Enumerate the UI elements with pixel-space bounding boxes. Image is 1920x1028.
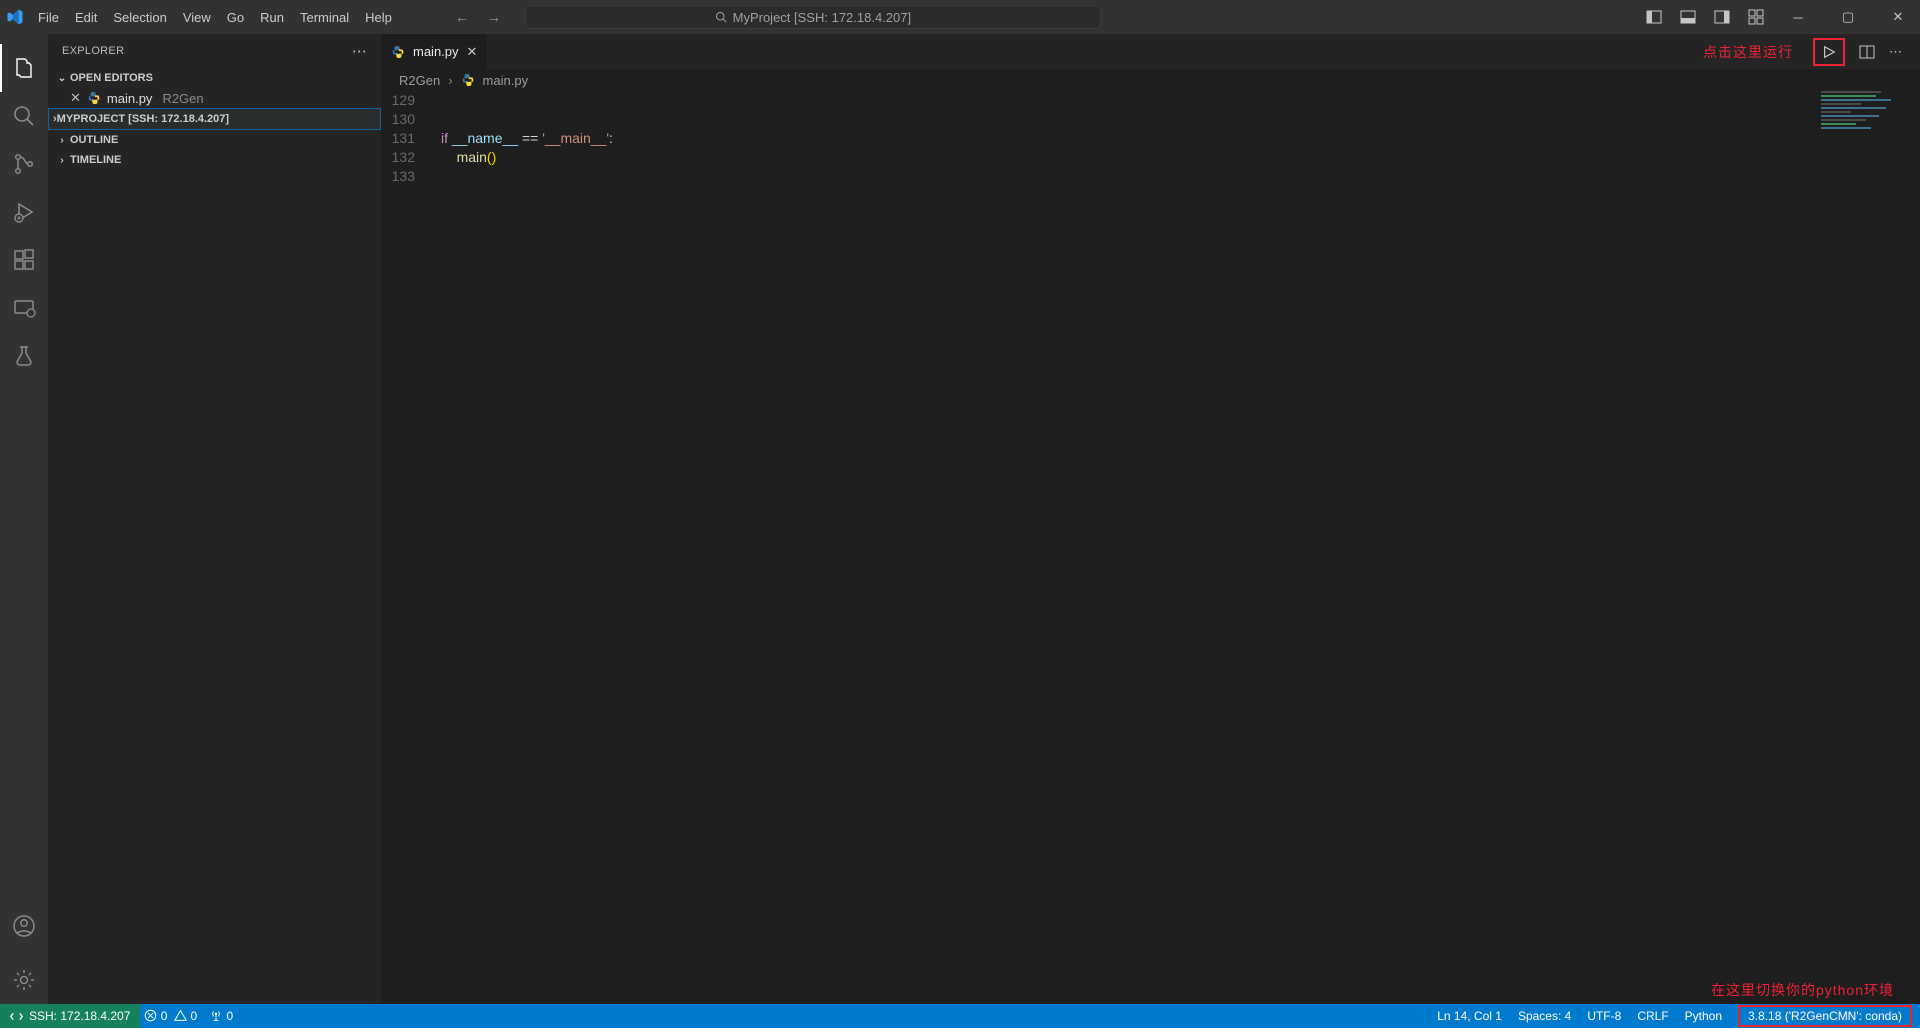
chevron-right-icon: › xyxy=(448,73,452,88)
breadcrumb[interactable]: R2Gen › main.py xyxy=(381,69,1920,91)
status-python-interpreter[interactable]: 3.8.18 ('R2GenCMN': conda) xyxy=(1738,1005,1912,1027)
tab-main-py[interactable]: main.py ✕ xyxy=(381,34,487,69)
open-editor-filename: main.py xyxy=(107,91,153,106)
breadcrumb-folder[interactable]: R2Gen xyxy=(399,73,440,88)
project-label: MYPROJECT [SSH: 172.18.4.207] xyxy=(57,113,229,125)
open-editor-item[interactable]: ✕ main.py R2Gen xyxy=(48,88,381,108)
python-file-icon xyxy=(461,73,475,87)
search-icon xyxy=(715,11,727,23)
line-number: 130 xyxy=(381,110,431,129)
layout-primary-icon[interactable] xyxy=(1646,9,1662,25)
explorer-more-icon[interactable]: ⋯ xyxy=(352,42,367,60)
open-editors-label: OPEN EDITORS xyxy=(70,72,153,84)
line-gutter: 129 130 131 132 133 xyxy=(381,91,431,186)
explorer-title: EXPLORER xyxy=(62,45,124,57)
menu-bar: File Edit Selection View Go Run Terminal… xyxy=(30,6,400,29)
menu-run[interactable]: Run xyxy=(252,6,292,29)
python-file-icon xyxy=(391,45,405,59)
activity-explorer-icon[interactable] xyxy=(0,44,48,92)
annotation-run-here: 点击这里运行 xyxy=(1703,42,1793,62)
project-section[interactable]: › MYPROJECT [SSH: 172.18.4.207] xyxy=(48,108,381,130)
title-bar: File Edit Selection View Go Run Terminal… xyxy=(0,0,1920,34)
nav-forward-icon[interactable]: → xyxy=(487,9,501,25)
activity-source-control-icon[interactable] xyxy=(0,140,48,188)
activity-settings-icon[interactable] xyxy=(0,956,48,1004)
status-problems[interactable]: 0 0 xyxy=(144,1009,197,1023)
chevron-right-icon: › xyxy=(54,155,70,166)
nav-arrows: ← → xyxy=(455,9,501,25)
editor-tabs: main.py ✕ 点击这里运行 ⋯ xyxy=(381,34,1920,69)
explorer-sidebar: EXPLORER ⋯ ⌄ OPEN EDITORS ✕ main.py R2Ge… xyxy=(48,34,381,1004)
line-number: 133 xyxy=(381,167,431,186)
window-minimize-icon[interactable]: ─ xyxy=(1782,10,1814,25)
status-remote[interactable]: SSH: 172.18.4.207 xyxy=(0,1004,140,1028)
tab-close-icon[interactable]: ✕ xyxy=(467,44,478,60)
minimap[interactable] xyxy=(1821,91,1906,151)
open-editor-folder: R2Gen xyxy=(162,91,203,106)
title-right: ─ ▢ ✕ xyxy=(1646,9,1914,25)
status-left: SSH: 172.18.4.207 0 0 0 xyxy=(8,1004,233,1028)
status-language[interactable]: Python xyxy=(1685,1009,1722,1023)
menu-selection[interactable]: Selection xyxy=(105,6,174,29)
close-file-icon[interactable]: ✕ xyxy=(70,90,81,106)
tab-more-icon[interactable]: ⋯ xyxy=(1889,44,1902,60)
command-center-text: MyProject [SSH: 172.18.4.207] xyxy=(733,10,911,25)
menu-help[interactable]: Help xyxy=(357,6,400,29)
activity-account-icon[interactable] xyxy=(0,902,48,950)
annotation-switch-env: 在这里切换你的python环境 xyxy=(1711,980,1894,1000)
status-right: Ln 14, Col 1 Spaces: 4 UTF-8 CRLF Python… xyxy=(1437,1005,1912,1027)
menu-edit[interactable]: Edit xyxy=(67,6,105,29)
warning-icon xyxy=(174,1009,187,1022)
status-cursor[interactable]: Ln 14, Col 1 xyxy=(1437,1009,1502,1023)
code-editor[interactable]: 129 130 131 132 133 if __name__ == '__ma… xyxy=(381,91,1920,1004)
line-number: 132 xyxy=(381,148,431,167)
nav-back-icon[interactable]: ← xyxy=(455,9,469,25)
command-center[interactable]: MyProject [SSH: 172.18.4.207] xyxy=(525,5,1101,29)
status-indent[interactable]: Spaces: 4 xyxy=(1518,1009,1571,1023)
layout-customize-icon[interactable] xyxy=(1748,9,1764,25)
window-maximize-icon[interactable]: ▢ xyxy=(1832,9,1864,25)
python-file-icon xyxy=(87,91,101,105)
activity-debug-icon[interactable] xyxy=(0,188,48,236)
window-close-icon[interactable]: ✕ xyxy=(1882,9,1914,25)
status-ports[interactable]: 0 xyxy=(209,1009,233,1023)
status-remote-label: SSH: 172.18.4.207 xyxy=(29,1009,130,1023)
chevron-right-icon: › xyxy=(54,135,70,146)
activity-extensions-icon[interactable] xyxy=(0,236,48,284)
line-number: 131 xyxy=(381,129,431,148)
timeline-label: TIMELINE xyxy=(70,154,121,166)
error-icon xyxy=(144,1009,157,1022)
radio-tower-icon xyxy=(209,1009,223,1022)
activity-remote-icon[interactable] xyxy=(0,284,48,332)
play-icon xyxy=(1822,45,1836,59)
breadcrumb-file[interactable]: main.py xyxy=(483,73,529,88)
status-eol[interactable]: CRLF xyxy=(1637,1009,1668,1023)
timeline-section[interactable]: › TIMELINE xyxy=(48,150,381,170)
activity-bar xyxy=(0,34,48,1004)
status-encoding[interactable]: UTF-8 xyxy=(1587,1009,1621,1023)
activity-search-icon[interactable] xyxy=(0,92,48,140)
layout-secondary-icon[interactable] xyxy=(1714,9,1730,25)
menu-file[interactable]: File xyxy=(30,6,67,29)
split-editor-icon[interactable] xyxy=(1859,44,1875,60)
remote-icon xyxy=(10,1010,23,1023)
menu-go[interactable]: Go xyxy=(219,6,252,29)
chevron-down-icon: ⌄ xyxy=(54,73,70,84)
explorer-header: EXPLORER ⋯ xyxy=(48,34,381,68)
outline-section[interactable]: › OUTLINE xyxy=(48,130,381,150)
menu-terminal[interactable]: Terminal xyxy=(292,6,357,29)
outline-label: OUTLINE xyxy=(70,134,118,146)
activity-testing-icon[interactable] xyxy=(0,332,48,380)
line-number: 129 xyxy=(381,91,431,110)
menu-view[interactable]: View xyxy=(175,6,219,29)
vscode-logo-icon xyxy=(6,8,24,26)
layout-panel-icon[interactable] xyxy=(1680,9,1696,25)
tab-filename: main.py xyxy=(413,44,459,59)
open-editors-section[interactable]: ⌄ OPEN EDITORS xyxy=(48,68,381,88)
run-button[interactable] xyxy=(1813,38,1845,66)
tab-actions: 点击这里运行 ⋯ xyxy=(1703,34,1920,69)
status-bar: SSH: 172.18.4.207 0 0 0 Ln 14, Col 1 Spa… xyxy=(0,1004,1920,1028)
code-content[interactable]: if __name__ == '__main__': main() xyxy=(441,91,613,186)
